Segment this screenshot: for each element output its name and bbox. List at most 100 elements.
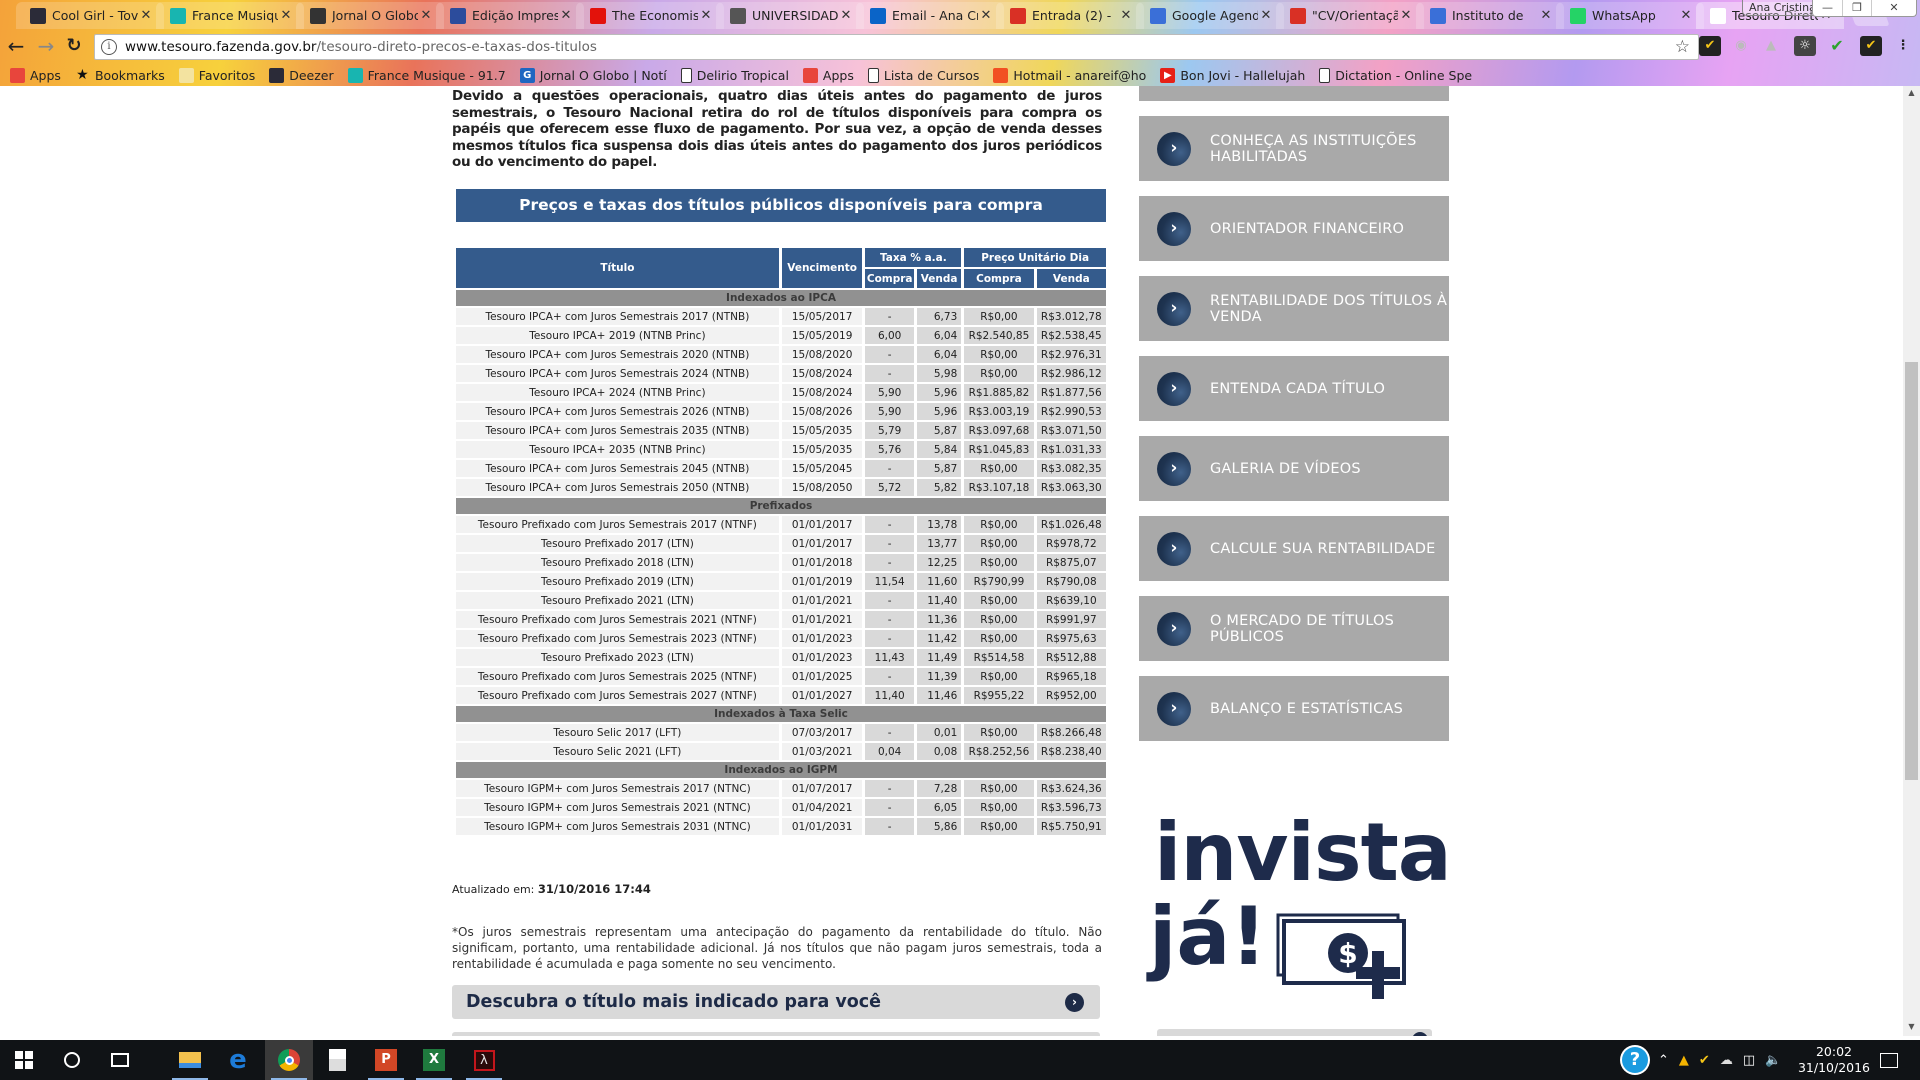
bookmark-item[interactable]: France Musique - 91.7 — [347, 67, 506, 83]
extension-circle-icon[interactable]: ◉ — [1730, 36, 1752, 56]
checkmark-extension-icon[interactable]: ✔ — [1826, 36, 1848, 56]
page-scrollbar[interactable]: ▲ ▼ — [1903, 86, 1920, 1036]
clock[interactable]: 20:02 31/10/2016 — [1798, 1044, 1870, 1076]
sidebar-link[interactable]: › — [1139, 86, 1449, 101]
norton-extension-icon[interactable]: ✔ — [1699, 36, 1721, 56]
sidebar-link[interactable]: › ORIENTADOR FINANCEIRO — [1139, 196, 1449, 261]
tab-close-icon[interactable]: ✕ — [698, 8, 714, 23]
bookmark-item[interactable]: Deezer — [269, 67, 334, 83]
reload-button[interactable]: ↻ — [62, 35, 86, 59]
onedrive-tray-icon[interactable]: ☁ — [1720, 1053, 1733, 1068]
sidebar-link[interactable]: › CONHEÇA AS INSTITUIÇÕES HABILITADAS — [1139, 116, 1449, 181]
bookmark-label: Jornal O Globo | Notí — [539, 67, 667, 83]
bookmark-item[interactable]: Apps — [802, 67, 854, 83]
help-icon[interactable]: ? — [1620, 1045, 1650, 1075]
bookmark-item[interactable]: G Jornal O Globo | Notí — [519, 67, 667, 83]
browser-tab[interactable]: Edição Impressa✕ — [436, 2, 584, 29]
task-view-button[interactable] — [96, 1040, 144, 1080]
bookmark-item[interactable]: Apps — [10, 67, 61, 83]
sidebar-link[interactable]: › GALERIA DE VÍDEOS — [1139, 436, 1449, 501]
cell-taxa-venda: 5,96 — [916, 384, 962, 401]
taskbar-powerpoint[interactable]: P — [362, 1040, 410, 1080]
scrollbar-thumb[interactable] — [1905, 362, 1918, 780]
taskbar-chrome[interactable] — [265, 1040, 313, 1080]
sidebar-cta-button[interactable] — [1157, 1029, 1432, 1036]
minimize-button[interactable]: — — [1813, 0, 1842, 16]
invista-ja-banner[interactable]: invista já! $ — [1149, 813, 1452, 999]
tab-close-icon[interactable]: ✕ — [1118, 8, 1134, 23]
back-button[interactable]: ← — [4, 35, 28, 59]
bookmark-item[interactable]: ★ Bookmarks — [75, 67, 165, 83]
cell-vencimento: 01/04/2021 — [781, 799, 863, 816]
scroll-up-arrow[interactable]: ▲ — [1903, 88, 1920, 102]
taskbar-file-explorer[interactable] — [166, 1040, 214, 1080]
info-icon[interactable]: i — [101, 39, 117, 55]
scroll-down-arrow[interactable]: ▼ — [1903, 1022, 1920, 1036]
close-window-button[interactable]: ✕ — [1871, 0, 1916, 16]
tab-close-icon[interactable]: ✕ — [418, 8, 434, 23]
tab-close-icon[interactable]: ✕ — [838, 8, 854, 23]
browser-tab[interactable]: WhatsApp ✕ — [1556, 2, 1704, 29]
sidebar-link[interactable]: › O MERCADO DE TÍTULOS PÚBLICOS — [1139, 596, 1449, 661]
network-icon[interactable]: ◫ — [1743, 1053, 1755, 1068]
lightbulb-extension-icon[interactable]: ☼ — [1794, 36, 1816, 56]
show-hidden-icons-chevron[interactable]: ⌃ — [1658, 1053, 1669, 1068]
taskbar-edge[interactable]: e — [214, 1040, 262, 1080]
profile-button[interactable]: Ana Cristina — [1742, 0, 1823, 16]
norton-safe-extension-icon[interactable]: ✔ — [1860, 36, 1882, 56]
taskbar-calculator[interactable] — [313, 1040, 361, 1080]
google-drive-extension-icon[interactable]: ▲ — [1760, 36, 1782, 56]
svg-text:$: $ — [1338, 937, 1357, 970]
taskbar-acrobat[interactable]: λ — [460, 1040, 508, 1080]
tab-close-icon[interactable]: ✕ — [1258, 8, 1274, 23]
browser-tab[interactable]: UNIVERSIDADE ✕ — [716, 2, 864, 29]
browser-tab[interactable]: "CV/Orientação✕ — [1276, 2, 1424, 29]
action-center-button[interactable] — [1865, 1040, 1913, 1080]
bookmark-item[interactable]: Delirio Tropical — [680, 67, 789, 83]
discover-title-button[interactable]: Descubra o título mais indicado para voc… — [452, 985, 1100, 1019]
google-drive-tray-icon[interactable]: ▲ — [1679, 1053, 1689, 1068]
table-row: Tesouro Prefixado 2023 (LTN) 01/01/2023 11… — [456, 649, 1106, 666]
restore-button[interactable]: ❐ — [1842, 0, 1871, 16]
tab-close-icon[interactable]: ✕ — [558, 8, 574, 23]
bookmark-item[interactable]: Lista de Cursos — [867, 67, 979, 83]
next-cta-button[interactable]: › — [452, 1032, 1100, 1036]
browser-tab[interactable]: Email - Ana Cristina✕ — [856, 2, 1004, 29]
start-button[interactable] — [0, 1040, 48, 1080]
norton-tray-icon[interactable]: ✔ — [1699, 1053, 1710, 1068]
tab-close-icon[interactable]: ✕ — [1398, 8, 1414, 23]
browser-tab[interactable]: Cool Girl - Tove ✕ — [16, 2, 164, 29]
sidebar-link[interactable]: › CALCULE SUA RENTABILIDADE — [1139, 516, 1449, 581]
browser-tab[interactable]: France Musique✕ — [156, 2, 304, 29]
cell-taxa-compra: - — [865, 346, 914, 363]
browser-tab[interactable]: Instituto de ✕ — [1416, 2, 1564, 29]
tab-close-icon[interactable]: ✕ — [278, 8, 294, 23]
bookmark-label: Bon Jovi - Hallelujah — [1180, 67, 1306, 83]
bookmark-item[interactable]: Dictation - Online Spe — [1319, 67, 1472, 83]
sidebar-link[interactable]: › BALANÇO E ESTATÍSTICAS — [1139, 676, 1449, 741]
search-button[interactable] — [48, 1040, 96, 1080]
sidebar-link[interactable]: › RENTABILIDADE DOS TÍTULOS À VENDA — [1139, 276, 1449, 341]
cell-vencimento: 15/08/2024 — [781, 365, 863, 382]
taskbar-excel[interactable]: X — [410, 1040, 458, 1080]
browser-tab[interactable]: Entrada (2) - ✕ — [996, 2, 1144, 29]
sidebar-link-label: CALCULE SUA RENTABILIDADE — [1210, 540, 1436, 557]
volume-icon[interactable]: 🔈 — [1765, 1053, 1781, 1068]
browser-tab[interactable]: The Economist ✕ — [576, 2, 724, 29]
bookmark-item[interactable]: Favoritos — [178, 67, 255, 83]
bookmark-item[interactable]: ▶ Bon Jovi - Hallelujah — [1160, 67, 1306, 83]
tab-close-icon[interactable]: ✕ — [1678, 8, 1694, 23]
address-bar[interactable]: i www.tesouro.fazenda.gov.br/tesouro-dir… — [94, 34, 1699, 60]
forward-button[interactable]: → — [34, 35, 58, 59]
menu-icon[interactable]: ⋮ — [1892, 36, 1914, 56]
bookmark-star-icon[interactable]: ☆ — [1675, 37, 1690, 57]
tab-close-icon[interactable]: ✕ — [138, 8, 154, 23]
browser-tab[interactable]: Jornal O Globo ✕ — [296, 2, 444, 29]
browser-tab[interactable]: Google Agenda✕ — [1136, 2, 1284, 29]
tab-close-icon[interactable]: ✕ — [1538, 8, 1554, 23]
tab-close-icon[interactable]: ✕ — [978, 8, 994, 23]
cell-taxa-venda: 11,60 — [916, 573, 962, 590]
sidebar-link[interactable]: › ENTENDA CADA TÍTULO — [1139, 356, 1449, 421]
bookmark-item[interactable]: Hotmail - anareif@ho — [993, 67, 1146, 83]
cell-taxa-compra: 0,04 — [865, 743, 914, 760]
